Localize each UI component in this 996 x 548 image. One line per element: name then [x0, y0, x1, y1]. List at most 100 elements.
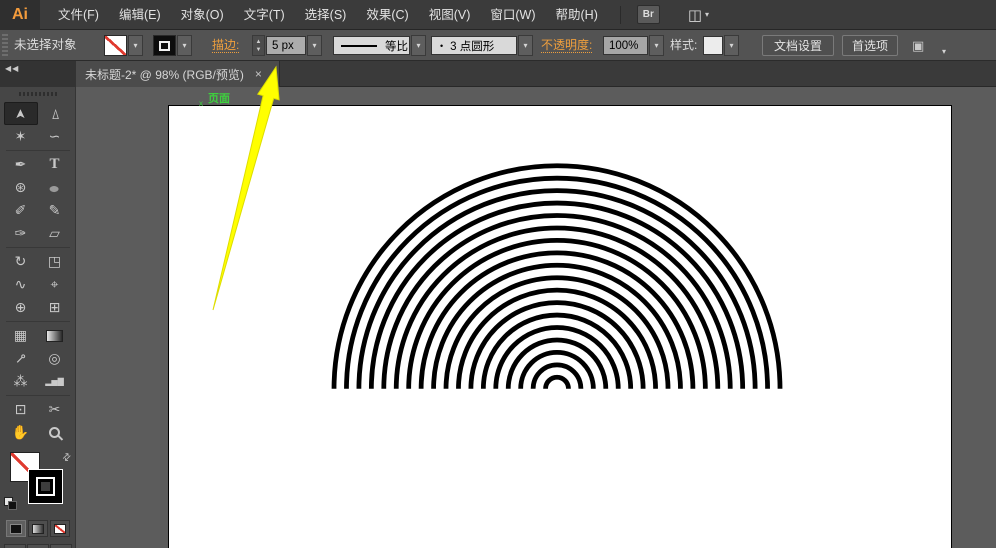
chevron-down-icon: ▾	[312, 41, 316, 50]
variable-width-profile-combo[interactable]: 等比	[333, 36, 410, 55]
mesh-tool-button[interactable]: ▦	[4, 324, 38, 347]
stroke-color-dropdown[interactable]: ▾	[177, 35, 192, 56]
mesh-tool-icon: ▦	[14, 327, 27, 344]
slice-tool-icon: ✂	[49, 401, 61, 418]
brush-definition-combo[interactable]: • 3 点圆形	[431, 36, 517, 55]
chevron-down-icon: ▾	[729, 41, 733, 50]
shape-builder-tool-button[interactable]: ⊕	[4, 296, 38, 319]
tools-panel-grip[interactable]	[19, 92, 57, 96]
artboard-tool-button[interactable]: ⊡	[4, 398, 38, 421]
select-similar-icon[interactable]: ▣	[912, 38, 924, 54]
control-bar-grip[interactable]	[2, 34, 8, 57]
selection-tool-button[interactable]: ➤	[4, 102, 38, 125]
drawing-modes-row	[0, 544, 75, 548]
eraser-tool-button[interactable]: ▱	[38, 222, 72, 245]
menu-object[interactable]: 对象(O)	[171, 0, 234, 30]
eraser-tool-icon: ▱	[49, 225, 60, 242]
none-chip-icon	[54, 524, 66, 534]
stroke-swatch-frame	[159, 41, 170, 51]
stroke-width-field[interactable]: 5 px	[266, 36, 306, 55]
opacity-panel-link[interactable]: 不透明度:	[541, 39, 592, 53]
column-graph-tool-icon: ▂▅▇	[45, 377, 63, 386]
tools-panel: ➤▻ ✶ ∽✒T⊛●✐✎✑ ▱ ↻ ◳∿⌖⊕⊞ ▦ ⊸ ◎⁂ ▂▅▇ ⊡ ✂ ✋ ⇄	[0, 87, 76, 548]
color-button[interactable]	[6, 520, 26, 537]
fill-color-dropdown[interactable]: ▾	[128, 35, 143, 56]
menu-effect[interactable]: 效果(C)	[356, 0, 418, 30]
magic-wand-tool-icon: ✶	[15, 128, 27, 145]
blob-brush-tool-button[interactable]: ✑	[4, 222, 38, 245]
style-swatch[interactable]	[703, 36, 723, 55]
gradient-button[interactable]	[28, 520, 48, 537]
menu-separator	[620, 6, 621, 24]
swap-fill-stroke-icon[interactable]: ⇄	[60, 451, 74, 465]
polar-grid-tool-button[interactable]: ⊛	[4, 176, 38, 199]
tab-close-icon[interactable]: ×	[252, 68, 265, 80]
none-button[interactable]	[50, 520, 70, 537]
symbol-sprayer-tool-button[interactable]: ⁂	[4, 370, 38, 393]
menu-help[interactable]: 帮助(H)	[546, 0, 608, 30]
perspective-grid-tool-button[interactable]: ⊞	[38, 296, 72, 319]
zoom-tool-button[interactable]	[38, 421, 72, 444]
lasso-tool-button[interactable]: ∽	[38, 125, 72, 148]
artboard-tool-icon: ⊡	[15, 401, 27, 418]
menu-edit[interactable]: 编辑(E)	[109, 0, 171, 30]
preferences-button[interactable]: 首选项	[842, 35, 898, 56]
document-tab[interactable]: 未标题-2* @ 98% (RGB/预览) ×	[76, 61, 280, 87]
eyedropper-tool-icon: ⊸	[10, 348, 30, 368]
menu-window[interactable]: 窗口(W)	[480, 0, 545, 30]
tool-grid: ➤▻ ✶ ∽✒T⊛●✐✎✑ ▱ ↻ ◳∿⌖⊕⊞ ▦ ⊸ ◎⁂ ▂▅▇ ⊡ ✂ ✋	[2, 102, 74, 444]
slice-tool-button[interactable]: ✂	[38, 398, 72, 421]
stroke-panel-link[interactable]: 描边:	[212, 39, 239, 53]
style-dropdown[interactable]: ▾	[724, 35, 739, 56]
direct-selection-tool-button[interactable]: ▻	[38, 102, 72, 125]
stroke-indicator-outer	[29, 470, 62, 503]
stroke-indicator[interactable]	[28, 469, 63, 504]
select-similar-dropdown[interactable]: ▾	[938, 41, 950, 62]
hand-tool-button[interactable]: ✋	[4, 421, 38, 444]
workspace-switcher-button[interactable]: ◫ ▾	[688, 6, 709, 24]
draw-inside-button[interactable]	[50, 544, 72, 548]
pen-tool-button[interactable]: ✒	[4, 153, 38, 176]
fill-color-swatch[interactable]	[104, 35, 127, 56]
draw-behind-button[interactable]	[27, 544, 49, 548]
eyedropper-tool-button[interactable]: ⊸	[4, 347, 38, 370]
artboard[interactable]	[168, 105, 952, 548]
magic-wand-tool-button[interactable]: ✶	[4, 125, 38, 148]
stroke-profile-line-icon	[341, 45, 377, 47]
menu-select[interactable]: 选择(S)	[295, 0, 357, 30]
artboard-name-text: 页面	[208, 93, 230, 105]
stroke-color-swatch[interactable]	[153, 35, 176, 56]
stroke-width-dropdown[interactable]: ▾	[307, 35, 322, 56]
canvas-scroll-area[interactable]	[76, 87, 996, 548]
gradient-tool-button[interactable]	[38, 324, 72, 347]
menu-file[interactable]: 文件(F)	[48, 0, 109, 30]
menu-type[interactable]: 文字(T)	[234, 0, 295, 30]
brush-dropdown[interactable]: ▾	[518, 35, 533, 56]
rotate-tool-button[interactable]: ↻	[4, 250, 38, 273]
draw-normal-button[interactable]	[4, 544, 26, 548]
menu-view[interactable]: 视图(V)	[419, 0, 481, 30]
stepper-down-icon[interactable]: ▼	[256, 47, 262, 53]
blend-tool-button[interactable]: ◎	[38, 347, 72, 370]
column-graph-tool-button[interactable]: ▂▅▇	[38, 370, 72, 393]
default-fill-stroke-icon[interactable]	[4, 497, 17, 510]
toolbar-collapse-button[interactable]: ◀◀	[0, 61, 76, 87]
paintbrush-tool-button[interactable]: ✐	[4, 199, 38, 222]
gradient-chip-icon	[32, 524, 44, 534]
stroke-width-stepper[interactable]: ▲ ▼	[252, 35, 265, 56]
width-tool-button[interactable]: ∿	[4, 273, 38, 296]
document-setup-button[interactable]: 文档设置	[762, 35, 834, 56]
pencil-tool-button[interactable]: ✎	[38, 199, 72, 222]
ellipse-tool-button[interactable]: ●	[38, 176, 72, 199]
type-tool-button[interactable]: T	[38, 153, 72, 176]
free-transform-tool-button[interactable]: ⌖	[38, 273, 72, 296]
opacity-dropdown[interactable]: ▾	[649, 35, 664, 56]
profile-dropdown[interactable]: ▾	[411, 35, 426, 56]
bridge-button[interactable]: Br	[637, 5, 660, 24]
rotate-tool-icon: ↻	[15, 253, 27, 270]
tool-group-separator	[6, 247, 70, 248]
opacity-field[interactable]: 100%	[603, 36, 648, 55]
stepper-up-icon[interactable]: ▲	[256, 39, 262, 45]
default-stroke-chip	[8, 501, 17, 510]
scale-tool-button[interactable]: ◳	[38, 250, 72, 273]
